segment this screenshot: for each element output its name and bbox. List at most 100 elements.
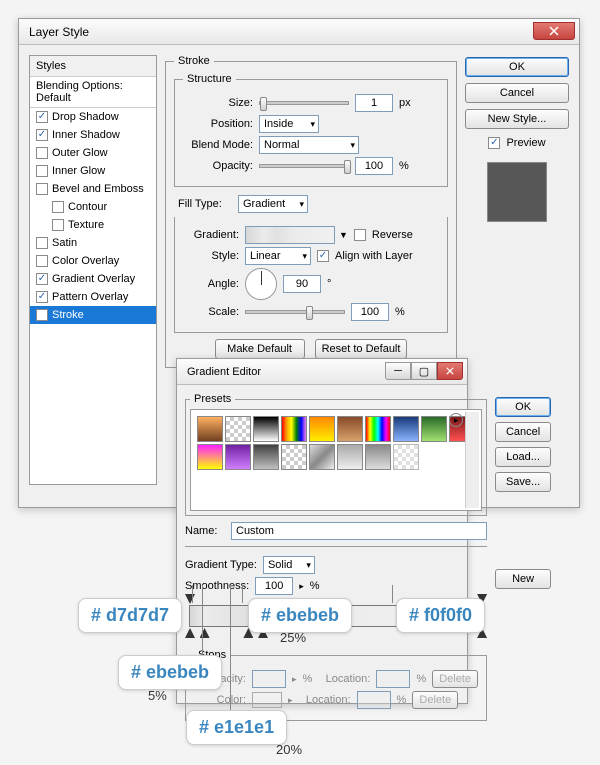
smooth-input[interactable]	[255, 577, 293, 595]
style-label: Style:	[183, 250, 239, 262]
style-select[interactable]: Linear	[245, 247, 311, 265]
gradient-editor-titlebar[interactable]: Gradient Editor ─ ▢	[177, 359, 467, 385]
preset-swatch[interactable]	[225, 416, 251, 442]
ge-cancel-button[interactable]: Cancel	[495, 422, 551, 442]
ge-load-button[interactable]: Load...	[495, 447, 551, 467]
ge-new-button[interactable]: New	[495, 569, 551, 589]
preset-swatch[interactable]	[309, 416, 335, 442]
opacity-slider[interactable]	[259, 164, 349, 168]
checkbox[interactable]	[36, 147, 48, 159]
preset-swatch[interactable]	[393, 416, 419, 442]
preset-swatch[interactable]	[309, 444, 335, 470]
checkbox[interactable]	[36, 273, 48, 285]
checkbox[interactable]	[36, 309, 48, 321]
reverse-checkbox[interactable]	[354, 229, 366, 241]
size-slider[interactable]	[259, 101, 349, 105]
preview-swatch	[487, 162, 547, 222]
new-style-button[interactable]: New Style...	[465, 109, 569, 129]
window-title: Layer Style	[29, 25, 533, 39]
checkbox[interactable]	[36, 255, 48, 267]
angle-input[interactable]	[283, 275, 321, 293]
blendmode-select[interactable]: Normal	[259, 136, 359, 154]
ge-save-button[interactable]: Save...	[495, 472, 551, 492]
presets-scrollbar[interactable]	[465, 412, 479, 508]
checkbox[interactable]	[36, 183, 48, 195]
minimize-button[interactable]: ─	[385, 362, 411, 380]
preset-swatch[interactable]	[253, 416, 279, 442]
smooth-dropdown-icon[interactable]: ▸	[299, 581, 304, 592]
gradient-dropdown-icon[interactable]: ▼	[339, 230, 348, 240]
angle-unit: °	[327, 278, 331, 290]
preset-swatch[interactable]	[225, 444, 251, 470]
checkbox[interactable]	[52, 219, 64, 231]
checkbox[interactable]	[36, 291, 48, 303]
align-checkbox[interactable]	[317, 250, 329, 262]
gradient-fill-fieldset: Gradient: ▼ Reverse Style: Linear Align …	[174, 217, 448, 333]
preset-swatch[interactable]	[365, 416, 391, 442]
scale-unit: %	[395, 306, 405, 318]
style-contour[interactable]: Contour	[30, 198, 156, 216]
preset-swatch[interactable]	[281, 444, 307, 470]
style-pattern-overlay[interactable]: Pattern Overlay	[30, 288, 156, 306]
opacity-input[interactable]	[355, 157, 393, 175]
position-select[interactable]: Inside	[259, 115, 319, 133]
scale-slider[interactable]	[245, 310, 345, 314]
gradient-label: Gradient:	[183, 229, 239, 241]
gradtype-select[interactable]: Solid	[263, 556, 315, 574]
preview-checkbox[interactable]	[488, 137, 500, 149]
stop-location-label: Location:	[318, 673, 370, 685]
style-inner-shadow[interactable]: Inner Shadow	[30, 126, 156, 144]
ge-ok-button[interactable]: OK	[495, 397, 551, 417]
stroke-legend: Stroke	[174, 55, 214, 67]
make-default-button[interactable]: Make Default	[215, 339, 305, 359]
filltype-select[interactable]: Gradient	[238, 195, 308, 213]
style-outer-glow[interactable]: Outer Glow	[30, 144, 156, 162]
stop-color-label: Color:	[194, 694, 246, 706]
presets-menu-icon[interactable]: ▸	[449, 413, 463, 427]
preset-swatch[interactable]	[253, 444, 279, 470]
name-input[interactable]	[231, 522, 487, 540]
preset-swatch[interactable]	[393, 444, 419, 470]
color-stop[interactable]	[185, 628, 195, 638]
style-inner-glow[interactable]: Inner Glow	[30, 162, 156, 180]
ok-button[interactable]: OK	[465, 57, 569, 77]
preset-swatch[interactable]	[197, 416, 223, 442]
preset-swatch[interactable]	[281, 416, 307, 442]
maximize-button[interactable]: ▢	[411, 362, 437, 380]
cancel-button[interactable]: Cancel	[465, 83, 569, 103]
style-bevel-emboss[interactable]: Bevel and Emboss	[30, 180, 156, 198]
preset-swatch[interactable]	[337, 416, 363, 442]
gradient-swatch[interactable]	[245, 226, 335, 244]
callout-sub-25: 25%	[280, 630, 306, 645]
style-drop-shadow[interactable]: Drop Shadow	[30, 108, 156, 126]
preset-swatch[interactable]	[337, 444, 363, 470]
preset-swatch[interactable]	[421, 416, 447, 442]
preset-swatch[interactable]	[197, 444, 223, 470]
stop-location-input	[376, 670, 410, 688]
style-stroke[interactable]: Stroke	[30, 306, 156, 324]
layer-style-titlebar[interactable]: Layer Style	[19, 19, 579, 45]
presets-box[interactable]: ▸	[190, 409, 482, 511]
style-texture[interactable]: Texture	[30, 216, 156, 234]
checkbox[interactable]	[36, 129, 48, 141]
preset-swatch[interactable]	[365, 444, 391, 470]
close-button[interactable]	[533, 22, 575, 40]
styles-header[interactable]: Styles	[30, 56, 156, 77]
angle-dial[interactable]	[245, 268, 277, 300]
callout-ebebeb-5: # ebebeb	[118, 655, 222, 690]
ge-close-button[interactable]	[437, 362, 463, 380]
checkbox[interactable]	[36, 237, 48, 249]
scale-input[interactable]	[351, 303, 389, 321]
size-input[interactable]	[355, 94, 393, 112]
opacity-stop[interactable]	[185, 594, 195, 604]
checkbox[interactable]	[52, 201, 64, 213]
blending-options-row[interactable]: Blending Options: Default	[30, 77, 156, 108]
checkbox[interactable]	[36, 165, 48, 177]
style-color-overlay[interactable]: Color Overlay	[30, 252, 156, 270]
reset-default-button[interactable]: Reset to Default	[315, 339, 408, 359]
style-gradient-overlay[interactable]: Gradient Overlay	[30, 270, 156, 288]
style-satin[interactable]: Satin	[30, 234, 156, 252]
stop-color-swatch	[252, 692, 282, 708]
checkbox[interactable]	[36, 111, 48, 123]
presets-fieldset: Presets	[185, 393, 487, 516]
